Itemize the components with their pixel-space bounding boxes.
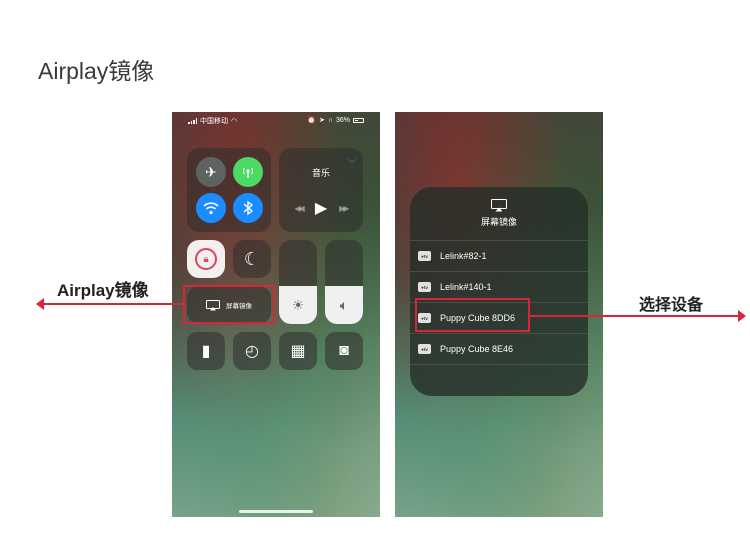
camera-button[interactable]: ◙ [325,332,363,370]
volume-icon: 🔈︎ [325,286,363,324]
brightness-slider[interactable]: ☀ [279,240,317,324]
battery-percent: 36% [335,116,350,124]
calculator-icon: ▦ [290,343,306,360]
signal-icon [188,118,197,124]
rotation-lock-button[interactable]: 🔒︎ [187,240,225,278]
cellular-icon[interactable] [233,157,263,187]
headphones-icon: ∩ [327,116,333,124]
callout-label-airplay: Airplay镜像 [57,281,149,300]
next-track-icon[interactable]: ▶▶ [339,204,349,213]
apple-tv-icon: ●tv [418,282,431,292]
callout-label-select-device: 选择设备 [639,297,704,314]
home-indicator[interactable] [239,510,313,513]
camera-icon: ◙ [339,342,349,359]
alarm-icon: ⏰ [307,117,317,124]
bluetooth-icon[interactable] [233,193,263,223]
timer-icon: ◴ [245,343,259,360]
audio-airplay-icon[interactable]: ◡ [348,153,356,164]
arrow-right-icon [738,310,746,322]
previous-track-icon[interactable]: ◀◀ [295,204,305,213]
battery-icon [353,117,364,123]
flashlight-icon: ▮ [201,343,211,360]
device-item[interactable]: ●tv Lelink#82-1 [410,241,588,272]
highlight-box-mirroring [183,285,275,324]
do-not-disturb-button[interactable]: ☾ [233,240,271,278]
arrow-left-icon [36,298,44,310]
apple-tv-icon: ●tv [418,344,431,354]
device-name: Puppy Cube 8E46 [440,344,514,354]
airplay-icon [491,199,507,212]
flashlight-button[interactable]: ▮ [187,332,225,370]
wifi-icon[interactable] [196,193,226,223]
carrier-name: 中国移动 [200,118,228,125]
location-icon: ➤ [319,117,325,124]
screen-mirroring-popup: 屏幕镜像 ●tv Lelink#82-1 ●tv Lelink#140-1 ●t… [410,187,588,396]
brightness-icon: ☀ [279,286,317,324]
volume-slider[interactable]: 🔈︎ [325,240,363,324]
music-module[interactable]: ◡ 音乐 ◀◀ ▶ ▶▶ [279,148,363,232]
apple-tv-icon: ●tv [418,251,431,261]
moon-icon: ☾ [243,248,261,269]
status-bar: 中国移动 ◠ ⏰ ➤ ∩ 36% [172,115,380,127]
popup-title: 屏幕镜像 [480,217,517,227]
device-item[interactable]: ●tv Puppy Cube 8E46 [410,334,588,365]
callout-line-left [42,303,183,305]
timer-button[interactable]: ◴ [233,332,271,370]
device-name: Lelink#140-1 [440,282,492,292]
airplane-icon[interactable]: ✈ [196,157,226,187]
calculator-button[interactable]: ▦ [279,332,317,370]
rotation-lock-icon: 🔒︎ [195,248,217,270]
highlight-box-device [415,298,530,332]
connectivity-module: ✈ [187,148,271,232]
callout-line-right [530,315,740,317]
music-title: 音乐 [311,168,330,178]
page-title: Airplay镜像 [38,58,155,84]
play-icon[interactable]: ▶ [315,198,327,218]
wifi-status-icon: ◠ [231,118,238,125]
device-name: Lelink#82-1 [440,251,487,261]
